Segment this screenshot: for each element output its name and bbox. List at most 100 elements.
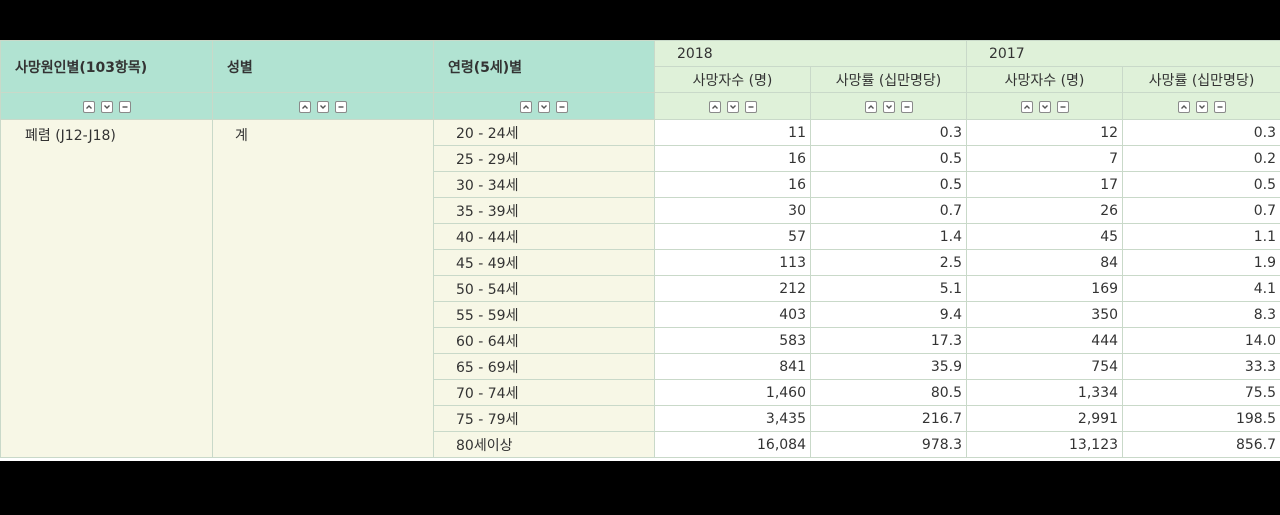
age-cell: 60 - 64세 — [433, 327, 655, 354]
deaths-2018-cell: 113 — [654, 249, 811, 276]
deaths-2018-cell: 841 — [654, 353, 811, 380]
deaths-2018-cell: 403 — [654, 301, 811, 328]
minus-icon[interactable] — [118, 101, 131, 113]
rate-2017-cell: 14.0 — [1122, 327, 1280, 354]
rate-2018-cell: 0.5 — [809, 171, 968, 198]
age-cell: 65 - 69세 — [433, 353, 655, 380]
rate-2017-cell: 1.9 — [1122, 249, 1280, 276]
deaths-2017-cell: 26 — [966, 197, 1124, 224]
header-rate-2017: 사망률 (십만명당) — [1122, 66, 1280, 93]
age-cell: 70 - 74세 — [433, 379, 655, 406]
deaths-2018-cell: 16 — [654, 145, 811, 172]
rate-2018-cell: 17.3 — [809, 327, 968, 354]
minus-icon[interactable] — [1213, 101, 1226, 113]
deaths-2017-cell: 2,991 — [966, 405, 1124, 432]
stat-table: 사망원인별(103항목) 성별 연령(5세)별 2018 2017 사망자수 (… — [0, 40, 1280, 458]
minus-icon[interactable] — [335, 101, 347, 113]
age-cell: 25 - 29세 — [433, 145, 655, 172]
minus-icon[interactable] — [1056, 101, 1069, 113]
chevron-down-icon[interactable] — [538, 101, 550, 113]
rate-2017-cell: 0.2 — [1122, 145, 1280, 172]
chevron-up-icon[interactable] — [708, 101, 721, 113]
rate-2017-cell: 0.5 — [1122, 171, 1280, 198]
rate-2018-cell: 35.9 — [809, 353, 968, 380]
table-row: 폐렴 (J12-J18) 계 20 - 24세 11 0.3 12 0.3 — [0, 119, 1280, 458]
sort-cell — [212, 92, 434, 120]
age-cell: 35 - 39세 — [433, 197, 655, 224]
rate-2018-cell: 216.7 — [809, 405, 968, 432]
rate-2017-cell: 8.3 — [1122, 301, 1280, 328]
deaths-2017-cell: 84 — [966, 249, 1124, 276]
header-deaths-2018: 사망자수 (명) — [654, 66, 811, 93]
minus-icon[interactable] — [900, 101, 913, 113]
deaths-2017-cell: 754 — [966, 353, 1124, 380]
deaths-2018-cell: 16,084 — [654, 431, 811, 458]
age-cell: 30 - 34세 — [433, 171, 655, 198]
chevron-down-icon[interactable] — [1038, 101, 1051, 113]
chevron-down-icon[interactable] — [882, 101, 895, 113]
sort-controls-row — [0, 92, 1280, 120]
deaths-2018-cell: 30 — [654, 197, 811, 224]
rate-2017-cell: 33.3 — [1122, 353, 1280, 380]
deaths-2017-cell: 17 — [966, 171, 1124, 198]
deaths-2017-cell: 444 — [966, 327, 1124, 354]
rate-2018-cell: 0.7 — [809, 197, 968, 224]
sort-cell — [966, 92, 1124, 120]
table-body: 폐렴 (J12-J18) 계 20 - 24세 11 0.3 12 0.3 25 - 29세 1… — [0, 119, 1280, 458]
age-cell: 40 - 44세 — [433, 223, 655, 250]
rate-2018-cell: 1.4 — [809, 223, 968, 250]
rate-2017-cell: 75.5 — [1122, 379, 1280, 406]
header-year-2018: 2018 — [653, 40, 968, 67]
rate-2018-cell: 0.3 — [809, 119, 968, 146]
rate-2017-cell: 198.5 — [1122, 405, 1280, 432]
minus-icon[interactable] — [744, 101, 757, 113]
chevron-down-icon[interactable] — [317, 101, 329, 113]
deaths-2017-cell: 1,334 — [966, 379, 1124, 406]
rate-2018-cell: 2.5 — [809, 249, 968, 276]
sort-cell — [0, 92, 213, 120]
rate-2017-cell: 1.1 — [1122, 223, 1280, 250]
deaths-2018-cell: 11 — [654, 119, 811, 146]
age-cell: 45 - 49세 — [433, 249, 655, 276]
sort-cell — [809, 92, 968, 120]
chevron-up-icon[interactable] — [520, 101, 532, 113]
rate-2017-cell: 856.7 — [1122, 431, 1280, 458]
row-dim-sex: 계 — [212, 119, 434, 458]
deaths-2018-cell: 16 — [654, 171, 811, 198]
chevron-up-icon[interactable] — [82, 101, 95, 113]
chevron-down-icon[interactable] — [100, 101, 113, 113]
header-year-2017: 2017 — [966, 40, 1280, 67]
chevron-down-icon[interactable] — [726, 101, 739, 113]
deaths-2017-cell: 13,123 — [966, 431, 1124, 458]
header-age[interactable]: 연령(5세)별 — [433, 40, 655, 93]
rate-2018-cell: 978.3 — [809, 431, 968, 458]
deaths-2018-cell: 3,435 — [654, 405, 811, 432]
deaths-2017-cell: 169 — [966, 275, 1124, 302]
sort-cell — [1122, 92, 1280, 120]
chevron-up-icon[interactable] — [299, 101, 311, 113]
deaths-2017-cell: 350 — [966, 301, 1124, 328]
chevron-up-icon[interactable] — [1177, 101, 1190, 113]
age-cell: 55 - 59세 — [433, 301, 655, 328]
header-cause[interactable]: 사망원인별(103항목) — [0, 40, 213, 93]
chevron-up-icon[interactable] — [864, 101, 877, 113]
age-cell: 20 - 24세 — [433, 119, 655, 146]
rate-2017-cell: 0.7 — [1122, 197, 1280, 224]
deaths-2017-cell: 45 — [966, 223, 1124, 250]
rate-2017-cell: 4.1 — [1122, 275, 1280, 302]
age-cell: 50 - 54세 — [433, 275, 655, 302]
rate-2018-cell: 0.5 — [809, 145, 968, 172]
header-sex[interactable]: 성별 — [212, 40, 434, 93]
header-deaths-2017: 사망자수 (명) — [966, 66, 1124, 93]
deaths-2018-cell: 583 — [654, 327, 811, 354]
chevron-down-icon[interactable] — [1195, 101, 1208, 113]
row-dim-cause: 폐렴 (J12-J18) — [0, 119, 213, 458]
minus-icon[interactable] — [556, 101, 568, 113]
deaths-2017-cell: 12 — [966, 119, 1124, 146]
deaths-2018-cell: 212 — [654, 275, 811, 302]
chevron-up-icon[interactable] — [1020, 101, 1033, 113]
rate-2017-cell: 0.3 — [1122, 119, 1280, 146]
stat-table-panel: 사망원인별(103항목) 성별 연령(5세)별 2018 2017 사망자수 (… — [0, 40, 1280, 461]
deaths-2018-cell: 1,460 — [654, 379, 811, 406]
header-rate-2018: 사망률 (십만명당) — [809, 66, 968, 93]
